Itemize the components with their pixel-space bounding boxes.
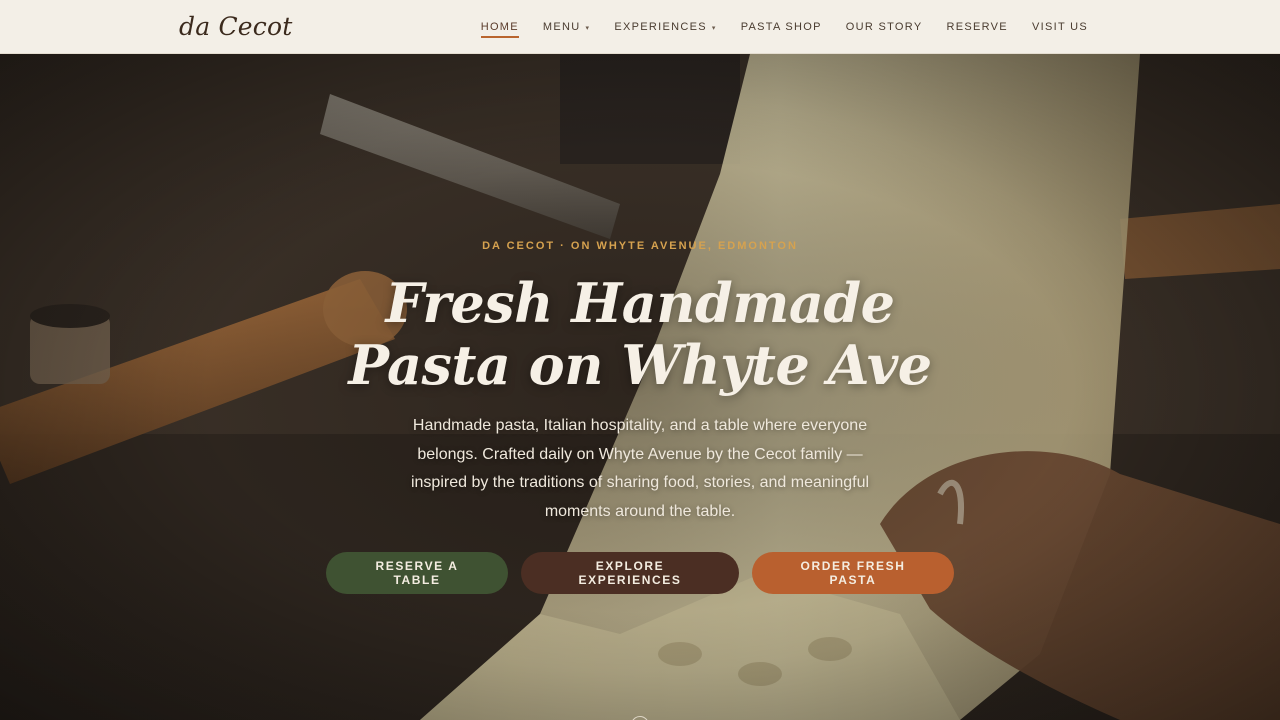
hero-content: DA CECOT · ON WHYTE AVENUE, EDMONTON Fre…: [340, 240, 940, 526]
cta-row: RESERVE A TABLE EXPLORE EXPERIENCES ORDE…: [0, 552, 1280, 594]
nav-item-reserve[interactable]: RESERVE: [934, 0, 1019, 54]
nav-item-label: EXPERIENCES: [614, 21, 707, 33]
nav-item-label: RESERVE: [946, 21, 1008, 33]
site-header: da Cecot HOME MENU ▾ EXPERIENCES ▾ PASTA…: [0, 0, 1280, 54]
nav-item-experiences[interactable]: EXPERIENCES ▾: [602, 0, 728, 54]
nav-item-label: MENU: [542, 21, 581, 33]
hero-title-line: Fresh Handmade: [385, 271, 895, 335]
hero-eyebrow: DA CECOT · ON WHYTE AVENUE, EDMONTON: [482, 240, 798, 252]
logo[interactable]: da Cecot: [179, 12, 292, 41]
nav-item-label: OUR STORY: [845, 21, 923, 33]
chevron-down-icon: ▾: [711, 24, 717, 32]
hero-description: Handmade pasta, Italian hospitality, and…: [410, 417, 870, 520]
order-fresh-pasta-button[interactable]: ORDER FRESH PASTA: [752, 552, 954, 594]
explore-experiences-button[interactable]: EXPLORE EXPERIENCES: [521, 552, 739, 594]
nav-item-home[interactable]: HOME: [469, 0, 531, 54]
nav-item-our-story[interactable]: OUR STORY: [834, 0, 935, 54]
nav-item-label: HOME: [480, 21, 519, 33]
main-nav: HOME MENU ▾ EXPERIENCES ▾ PASTA SHOP OUR…: [469, 0, 1100, 54]
nav-item-visit-us[interactable]: VISIT US: [1020, 0, 1100, 54]
hero-title: Fresh Handmade Pasta on Whyte Ave: [340, 272, 940, 396]
nav-item-pasta-shop[interactable]: PASTA SHOP: [729, 0, 834, 54]
nav-item-menu[interactable]: MENU ▾: [531, 0, 602, 54]
reserve-table-button[interactable]: RESERVE A TABLE: [326, 552, 508, 594]
hero-section: DA CECOT · ON WHYTE AVENUE, EDMONTON Fre…: [0, 54, 1280, 720]
chevron-down-icon: ▾: [585, 24, 591, 32]
hero-title-line: Pasta on Whyte Ave: [348, 333, 932, 397]
nav-item-label: PASTA SHOP: [740, 21, 822, 33]
nav-item-label: VISIT US: [1031, 21, 1088, 33]
